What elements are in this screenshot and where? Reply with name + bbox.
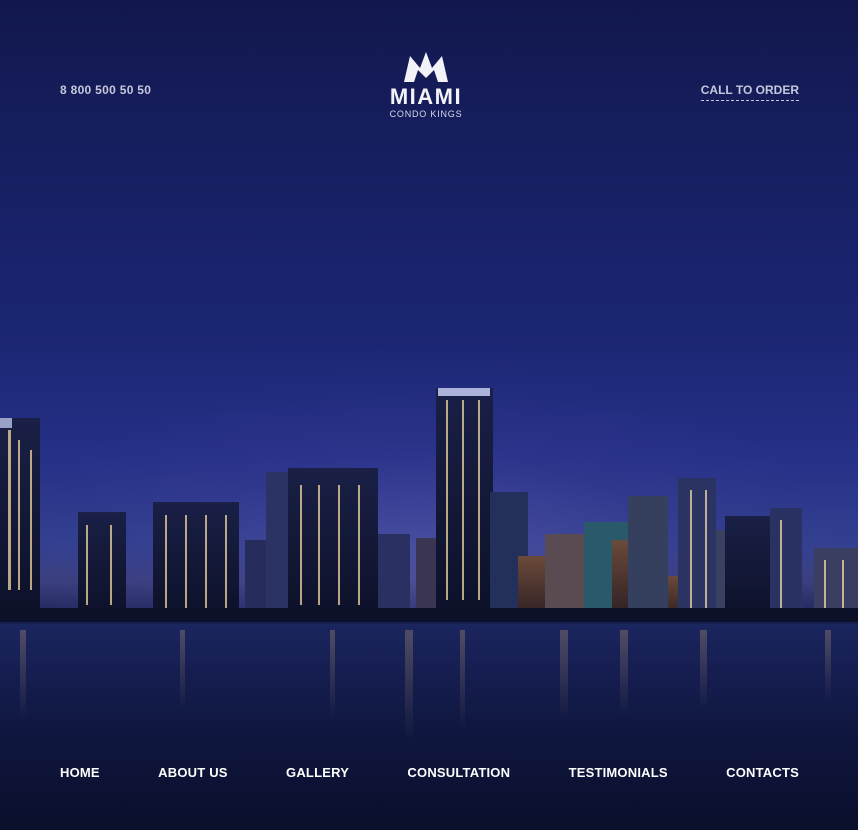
nav-item-home[interactable]: HOME xyxy=(60,765,100,780)
nav-item-consultation[interactable]: CONSULTATION xyxy=(407,765,510,780)
nav-item-contacts[interactable]: CONTACTS xyxy=(726,765,799,780)
water-reflection xyxy=(0,622,858,830)
call-to-order-link[interactable]: CALL TO ORDER xyxy=(700,83,799,101)
nav-item-testimonials[interactable]: TESTIMONIALS xyxy=(569,765,668,780)
site-header: 8 800 500 50 50 MIAMI CONDO KINGS CALL T… xyxy=(0,0,858,140)
phone-number[interactable]: 8 800 500 50 50 xyxy=(60,83,151,97)
site-logo[interactable]: MIAMI CONDO KINGS xyxy=(368,50,484,130)
nav-item-gallery[interactable]: GALLERY xyxy=(286,765,349,780)
logo-subtitle: CONDO KINGS xyxy=(389,109,463,119)
logo-title: MIAMI xyxy=(389,84,463,109)
main-nav: HOME ABOUT US GALLERY CONSULTATION TESTI… xyxy=(60,765,799,780)
nav-item-about-us[interactable]: ABOUT US xyxy=(158,765,228,780)
crown-icon xyxy=(404,52,448,82)
hero-banner: 8 800 500 50 50 MIAMI CONDO KINGS CALL T… xyxy=(0,0,858,830)
